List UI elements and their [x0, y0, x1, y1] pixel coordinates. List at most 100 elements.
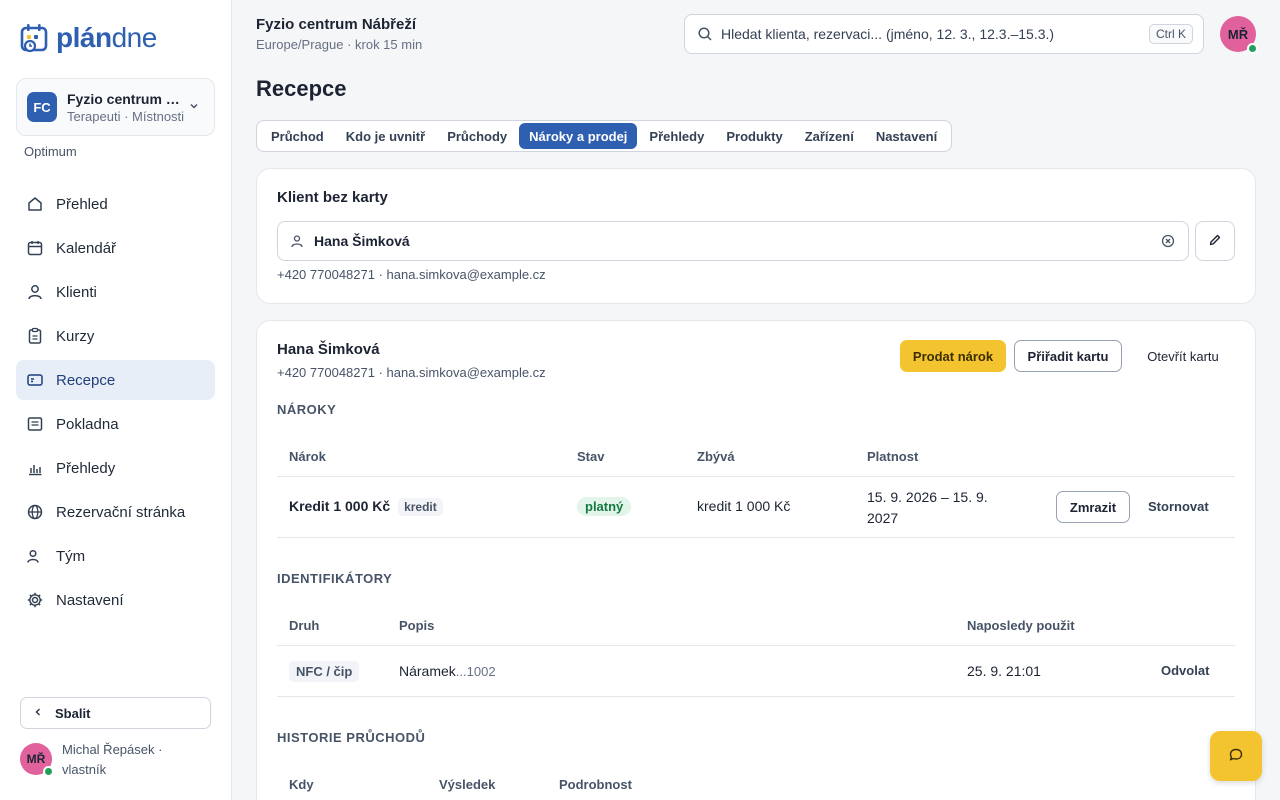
identifier-description: Náramek...1002	[399, 663, 496, 679]
type-badge: kredit	[398, 498, 443, 516]
search-icon	[697, 26, 713, 42]
location-subtitle: Europe/Prague · krok 15 min	[256, 37, 423, 52]
shortcut-hint: Ctrl K	[1149, 24, 1193, 44]
client-name: Hana Šimková	[277, 341, 380, 358]
edit-client-button[interactable]	[1195, 221, 1235, 261]
panel-title: Klient bez karty	[277, 189, 388, 206]
chat-button[interactable]	[1210, 731, 1262, 781]
status-badge: platný	[577, 497, 632, 516]
nav-item-pokladna[interactable]: Pokladna	[16, 404, 215, 444]
last-used-value: 25. 9. 21:01	[967, 663, 1041, 679]
online-status-dot	[1247, 43, 1258, 54]
register-icon	[26, 415, 44, 433]
user-avatar-button[interactable]: MŘ	[1220, 16, 1258, 54]
user-name: Michal Řepásek · vlastník	[62, 742, 163, 777]
selected-client: Hana Šimková	[314, 233, 410, 249]
column-header: Zbývá	[697, 449, 735, 464]
org-switcher[interactable]: FC Fyzio centrum Nábřeží Terapeuti · Mís…	[16, 78, 215, 136]
reception-tabs: Průchod Kdo je uvnitř Průchody Nároky a …	[256, 120, 953, 152]
global-search[interactable]: Ctrl K	[684, 14, 1204, 54]
nav-label: Pokladna	[56, 415, 119, 433]
tab-nastaveni[interactable]: Nastavení	[866, 123, 947, 149]
column-header: Druh	[289, 618, 320, 633]
cancel-entitlement-button[interactable]: Stornovat	[1148, 499, 1209, 514]
location-title: Fyzio centrum Nábřeží	[256, 16, 417, 33]
avatar: MŘ	[20, 743, 54, 777]
search-input[interactable]	[721, 26, 1149, 42]
open-card-button[interactable]: Otevřít kartu	[1130, 340, 1236, 372]
calendar-logo-icon	[20, 22, 50, 54]
current-user[interactable]: MŘ Michal Řepásek · vlastník	[20, 740, 182, 780]
main-nav: Přehled Kalendář Klienti Kurzy Recepce P…	[16, 184, 215, 624]
gear-icon	[26, 591, 44, 609]
online-status-dot	[43, 766, 54, 777]
bar-chart-icon	[26, 459, 44, 477]
row-divider	[277, 696, 1235, 697]
section-title-entitlements: NÁROKY	[277, 402, 337, 417]
collapse-sidebar-button[interactable]: Sbalit	[20, 697, 211, 729]
clear-icon[interactable]	[1160, 233, 1176, 249]
column-header: Výsledek	[439, 777, 496, 792]
nav-item-rezervacni-stranka[interactable]: Rezervační stránka	[16, 492, 215, 532]
chat-bubble-icon	[1228, 747, 1244, 766]
tab-prehledy[interactable]: Přehledy	[639, 123, 714, 149]
tab-kdo-je-uvnitr[interactable]: Kdo je uvnitř	[336, 123, 435, 149]
calendar-icon	[26, 239, 44, 257]
team-icon	[26, 547, 44, 565]
row-divider	[277, 476, 1235, 477]
nav-item-prehledy[interactable]: Přehledy	[16, 448, 215, 488]
nav-label: Kalendář	[56, 239, 117, 257]
home-icon	[26, 195, 44, 213]
remaining-value: kredit 1 000 Kč	[697, 498, 791, 514]
tab-naroky-a-prodej[interactable]: Nároky a prodej	[519, 123, 638, 149]
globe-icon	[26, 503, 44, 521]
identifiers-table: Druh Popis Naposledy použit NFC / čip Ná…	[277, 600, 1235, 700]
nav-label: Kurzy	[56, 327, 95, 345]
client-contact: +420 770048271 · hana.simkova@example.cz	[277, 365, 546, 380]
nav-label: Přehled	[56, 195, 108, 213]
column-header: Stav	[577, 449, 605, 464]
nav-item-kalendar[interactable]: Kalendář	[16, 228, 215, 268]
plan-label: Optimum	[24, 144, 77, 159]
section-title-identifiers: IDENTIFIKÁTORY	[277, 571, 393, 586]
chevron-down-icon	[188, 100, 204, 115]
tab-produkty[interactable]: Produkty	[716, 123, 792, 149]
column-header: Podrobnost	[559, 777, 632, 792]
section-title-history: HISTORIE PRŮCHODŮ	[277, 730, 426, 745]
client-contact: +420 770048271 · hana.simkova@example.cz	[277, 267, 546, 282]
clipboard-icon	[26, 327, 44, 345]
org-name: Fyzio centrum Nábřeží	[67, 90, 188, 107]
column-header: Platnost	[867, 449, 919, 464]
collapse-label: Sbalit	[55, 705, 91, 721]
validity-value: 15. 9. 2026 – 15. 9. 2027	[867, 489, 988, 526]
revoke-identifier-button[interactable]: Odvolat	[1161, 663, 1209, 678]
user-icon	[290, 234, 304, 248]
nav-item-klienti[interactable]: Klienti	[16, 272, 215, 312]
tab-zarizeni[interactable]: Zařízení	[795, 123, 864, 149]
nav-item-nastaveni[interactable]: Nastavení	[16, 580, 215, 620]
entitlements-table: Nárok Stav Zbývá Platnost Kredit 1 000 K…	[277, 431, 1235, 539]
nav-item-kurzy[interactable]: Kurzy	[16, 316, 215, 356]
nav-item-tym[interactable]: Tým	[16, 536, 215, 576]
nav-item-prehled[interactable]: Přehled	[16, 184, 215, 224]
table-row: Kredit 1 000 Kč kredit	[289, 498, 443, 516]
logo[interactable]: plándne	[20, 20, 157, 56]
client-detail-panel: Hana Šimková +420 770048271 · hana.simko…	[256, 320, 1256, 800]
assign-card-button[interactable]: Přiřadit kartu	[1014, 340, 1122, 372]
nav-item-recepce[interactable]: Recepce	[16, 360, 215, 400]
pencil-icon	[1208, 233, 1222, 250]
tab-pruchod[interactable]: Průchod	[261, 123, 334, 149]
freeze-button[interactable]: Zmrazit	[1056, 491, 1130, 523]
nav-label: Rezervační stránka	[56, 503, 186, 521]
nav-label: Přehledy	[56, 459, 116, 477]
identifier-kind-badge: NFC / čip	[289, 661, 360, 682]
row-divider	[277, 645, 1235, 646]
nav-label: Tým	[56, 547, 86, 565]
tab-pruchody[interactable]: Průchody	[437, 123, 517, 149]
org-subtitle: Terapeuti · Místnosti	[67, 108, 185, 124]
chevron-left-icon	[33, 706, 43, 720]
client-select-field[interactable]: Hana Šimková	[277, 221, 1189, 261]
sell-entitlement-button[interactable]: Prodat nárok	[900, 340, 1006, 372]
nav-label: Recepce	[56, 371, 116, 389]
column-header: Popis	[399, 618, 435, 633]
